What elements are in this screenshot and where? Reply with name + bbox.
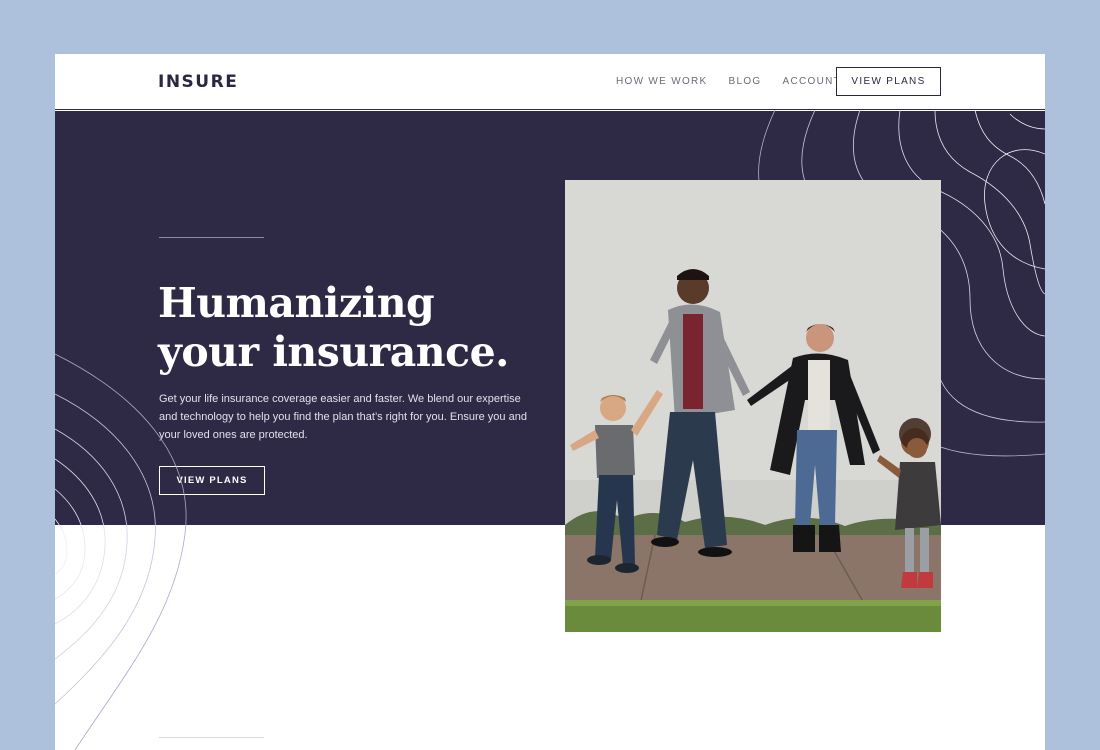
site-header: INSURE HOW WE WORK BLOG ACCOUNT VIEW PLA… — [55, 54, 1045, 110]
view-plans-hero-button[interactable]: VIEW PLANS — [159, 466, 265, 495]
hero-divider — [159, 237, 264, 238]
nav-blog[interactable]: BLOG — [729, 76, 762, 87]
page: INSURE HOW WE WORK BLOG ACCOUNT VIEW PLA… — [55, 54, 1045, 750]
main-nav: HOW WE WORK BLOG ACCOUNT — [616, 76, 862, 87]
view-plans-nav-button[interactable]: VIEW PLANS — [836, 67, 941, 96]
nav-account[interactable]: ACCOUNT — [783, 76, 842, 87]
hero-headline-line1: Humanizing — [158, 279, 435, 327]
hero-headline-line2: your insurance. — [158, 328, 509, 376]
hero-family-photo — [565, 180, 941, 632]
family-photo-illustration — [565, 180, 941, 632]
hero-description: Get your life insurance coverage easier … — [159, 393, 527, 441]
logo[interactable]: INSURE — [158, 72, 238, 92]
section-divider — [159, 737, 264, 738]
hero-headline: Humanizing your insurance. — [158, 279, 558, 377]
nav-how-we-work[interactable]: HOW WE WORK — [616, 76, 708, 87]
